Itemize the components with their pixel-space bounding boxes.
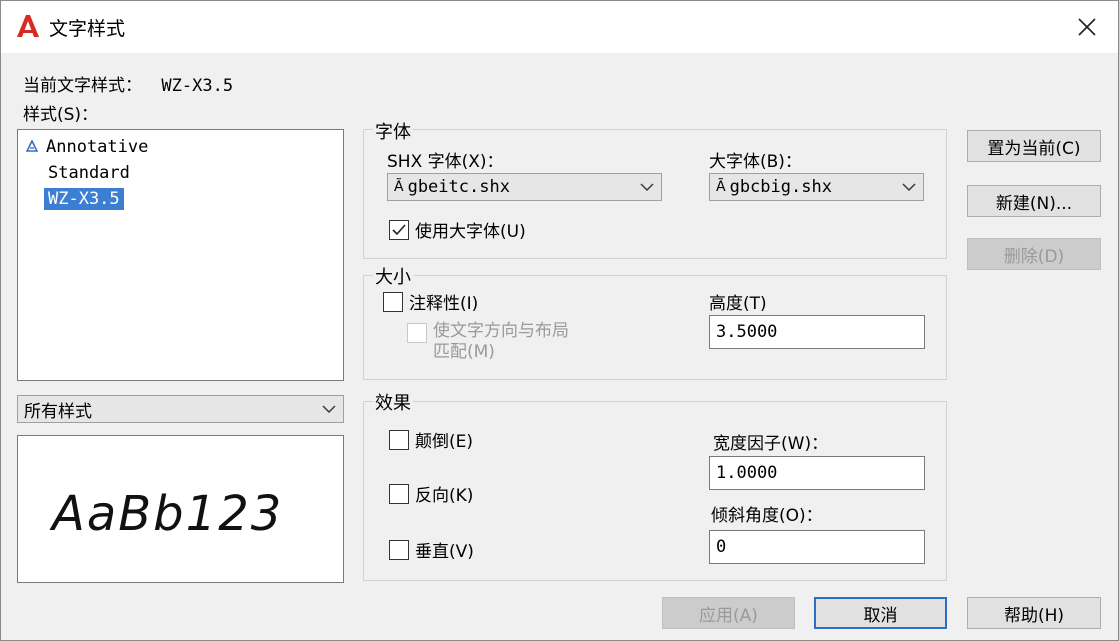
big-font-value: gbcbig.shx: [729, 177, 832, 197]
styles-filter-value: 所有样式: [24, 401, 92, 422]
autocad-logo-icon: [17, 15, 39, 37]
delete-style-button[interactable]: 删除(D): [967, 238, 1101, 270]
match-orientation-line1: 使文字方向与布局: [433, 321, 569, 341]
width-factor-input[interactable]: 1.0000: [709, 456, 925, 490]
match-orientation-line2: 匹配(M): [433, 342, 495, 362]
chevron-down-icon: [315, 405, 343, 413]
height-label: 高度(T): [709, 294, 767, 314]
set-current-button[interactable]: 置为当前(C): [967, 130, 1101, 162]
chevron-down-icon: [633, 183, 661, 191]
oblique-angle-input[interactable]: 0: [709, 530, 925, 564]
title-bar: 文字样式: [1, 1, 1118, 53]
apply-button[interactable]: 应用(A): [662, 597, 795, 629]
height-input[interactable]: 3.5000: [709, 315, 925, 349]
close-button[interactable]: [1065, 7, 1109, 47]
backwards-label: 反向(K): [415, 486, 474, 506]
styles-label: 样式(S)：: [23, 105, 99, 125]
styles-filter-select[interactable]: 所有样式: [17, 395, 344, 423]
vertical-label: 垂直(V): [415, 542, 474, 562]
text-style-dialog: 文字样式 当前文字样式： WZ-X3.5 样式(S)： Annotative S…: [0, 0, 1119, 641]
cancel-button[interactable]: 取消: [814, 597, 947, 629]
dialog-title: 文字样式: [49, 18, 126, 40]
help-button[interactable]: 帮助(H): [967, 597, 1101, 629]
shx-font-label: SHX 字体(X)：: [387, 152, 504, 172]
text-preview: AaBb123: [17, 435, 344, 583]
big-font-select[interactable]: Ã gbcbig.shx: [709, 173, 924, 201]
width-factor-label: 宽度因子(W)：: [713, 434, 829, 454]
backwards-checkbox[interactable]: 反向(K): [389, 481, 473, 506]
annotative-label: 注释性(I): [409, 294, 479, 314]
list-item-label-selected: WZ-X3.5: [44, 188, 124, 210]
vertical-checkbox[interactable]: 垂直(V): [389, 537, 474, 562]
list-item-label: Standard: [48, 163, 130, 183]
upside-down-label: 颠倒(E): [415, 432, 474, 452]
checkbox-box: [389, 539, 409, 560]
annotative-icon: [24, 137, 40, 157]
effects-group-title: 效果: [373, 389, 413, 415]
shx-font-select[interactable]: Ã gbeitc.shx: [387, 173, 662, 201]
annotative-checkbox[interactable]: 注释性(I): [383, 289, 478, 314]
shx-font-icon: Ã: [394, 179, 404, 195]
current-style-row: 当前文字样式： WZ-X3.5: [23, 71, 233, 96]
checkbox-box: [407, 323, 427, 343]
checkbox-box: [383, 291, 403, 312]
shx-font-value: gbeitc.shx: [407, 177, 510, 197]
font-group-title: 字体: [373, 118, 413, 144]
list-item-label: Annotative: [46, 137, 149, 157]
list-item-standard[interactable]: Standard: [48, 160, 130, 186]
checkbox-box: [389, 483, 409, 504]
styles-list[interactable]: Annotative Standard WZ-X3.5: [17, 129, 344, 381]
preview-sample-text: AaBb123: [52, 486, 284, 542]
size-group-title: 大小: [373, 263, 413, 289]
current-style-label: 当前文字样式：: [23, 76, 142, 96]
upside-down-checkbox[interactable]: 颠倒(E): [389, 427, 473, 452]
checkbox-box: [389, 219, 409, 240]
list-item-wz-x3-5[interactable]: WZ-X3.5: [44, 186, 124, 212]
match-orientation-label: 使文字方向与布局 匹配(M): [433, 321, 569, 363]
use-big-font-label: 使用大字体(U): [415, 222, 526, 242]
big-font-label: 大字体(B)：: [709, 152, 802, 172]
oblique-angle-label: 倾斜角度(O)：: [711, 506, 823, 526]
checkbox-box: [389, 429, 409, 450]
current-style-value: WZ-X3.5: [161, 76, 234, 96]
big-font-icon: Ã: [716, 179, 726, 195]
use-big-font-checkbox[interactable]: 使用大字体(U): [389, 217, 526, 242]
new-style-button[interactable]: 新建(N)...: [967, 185, 1101, 217]
list-item-annotative[interactable]: Annotative: [24, 134, 148, 160]
chevron-down-icon: [895, 183, 923, 191]
close-icon: [1078, 18, 1096, 36]
checkmark-icon: [392, 223, 406, 235]
match-orientation-checkbox[interactable]: 使文字方向与布局 匹配(M): [407, 321, 569, 363]
